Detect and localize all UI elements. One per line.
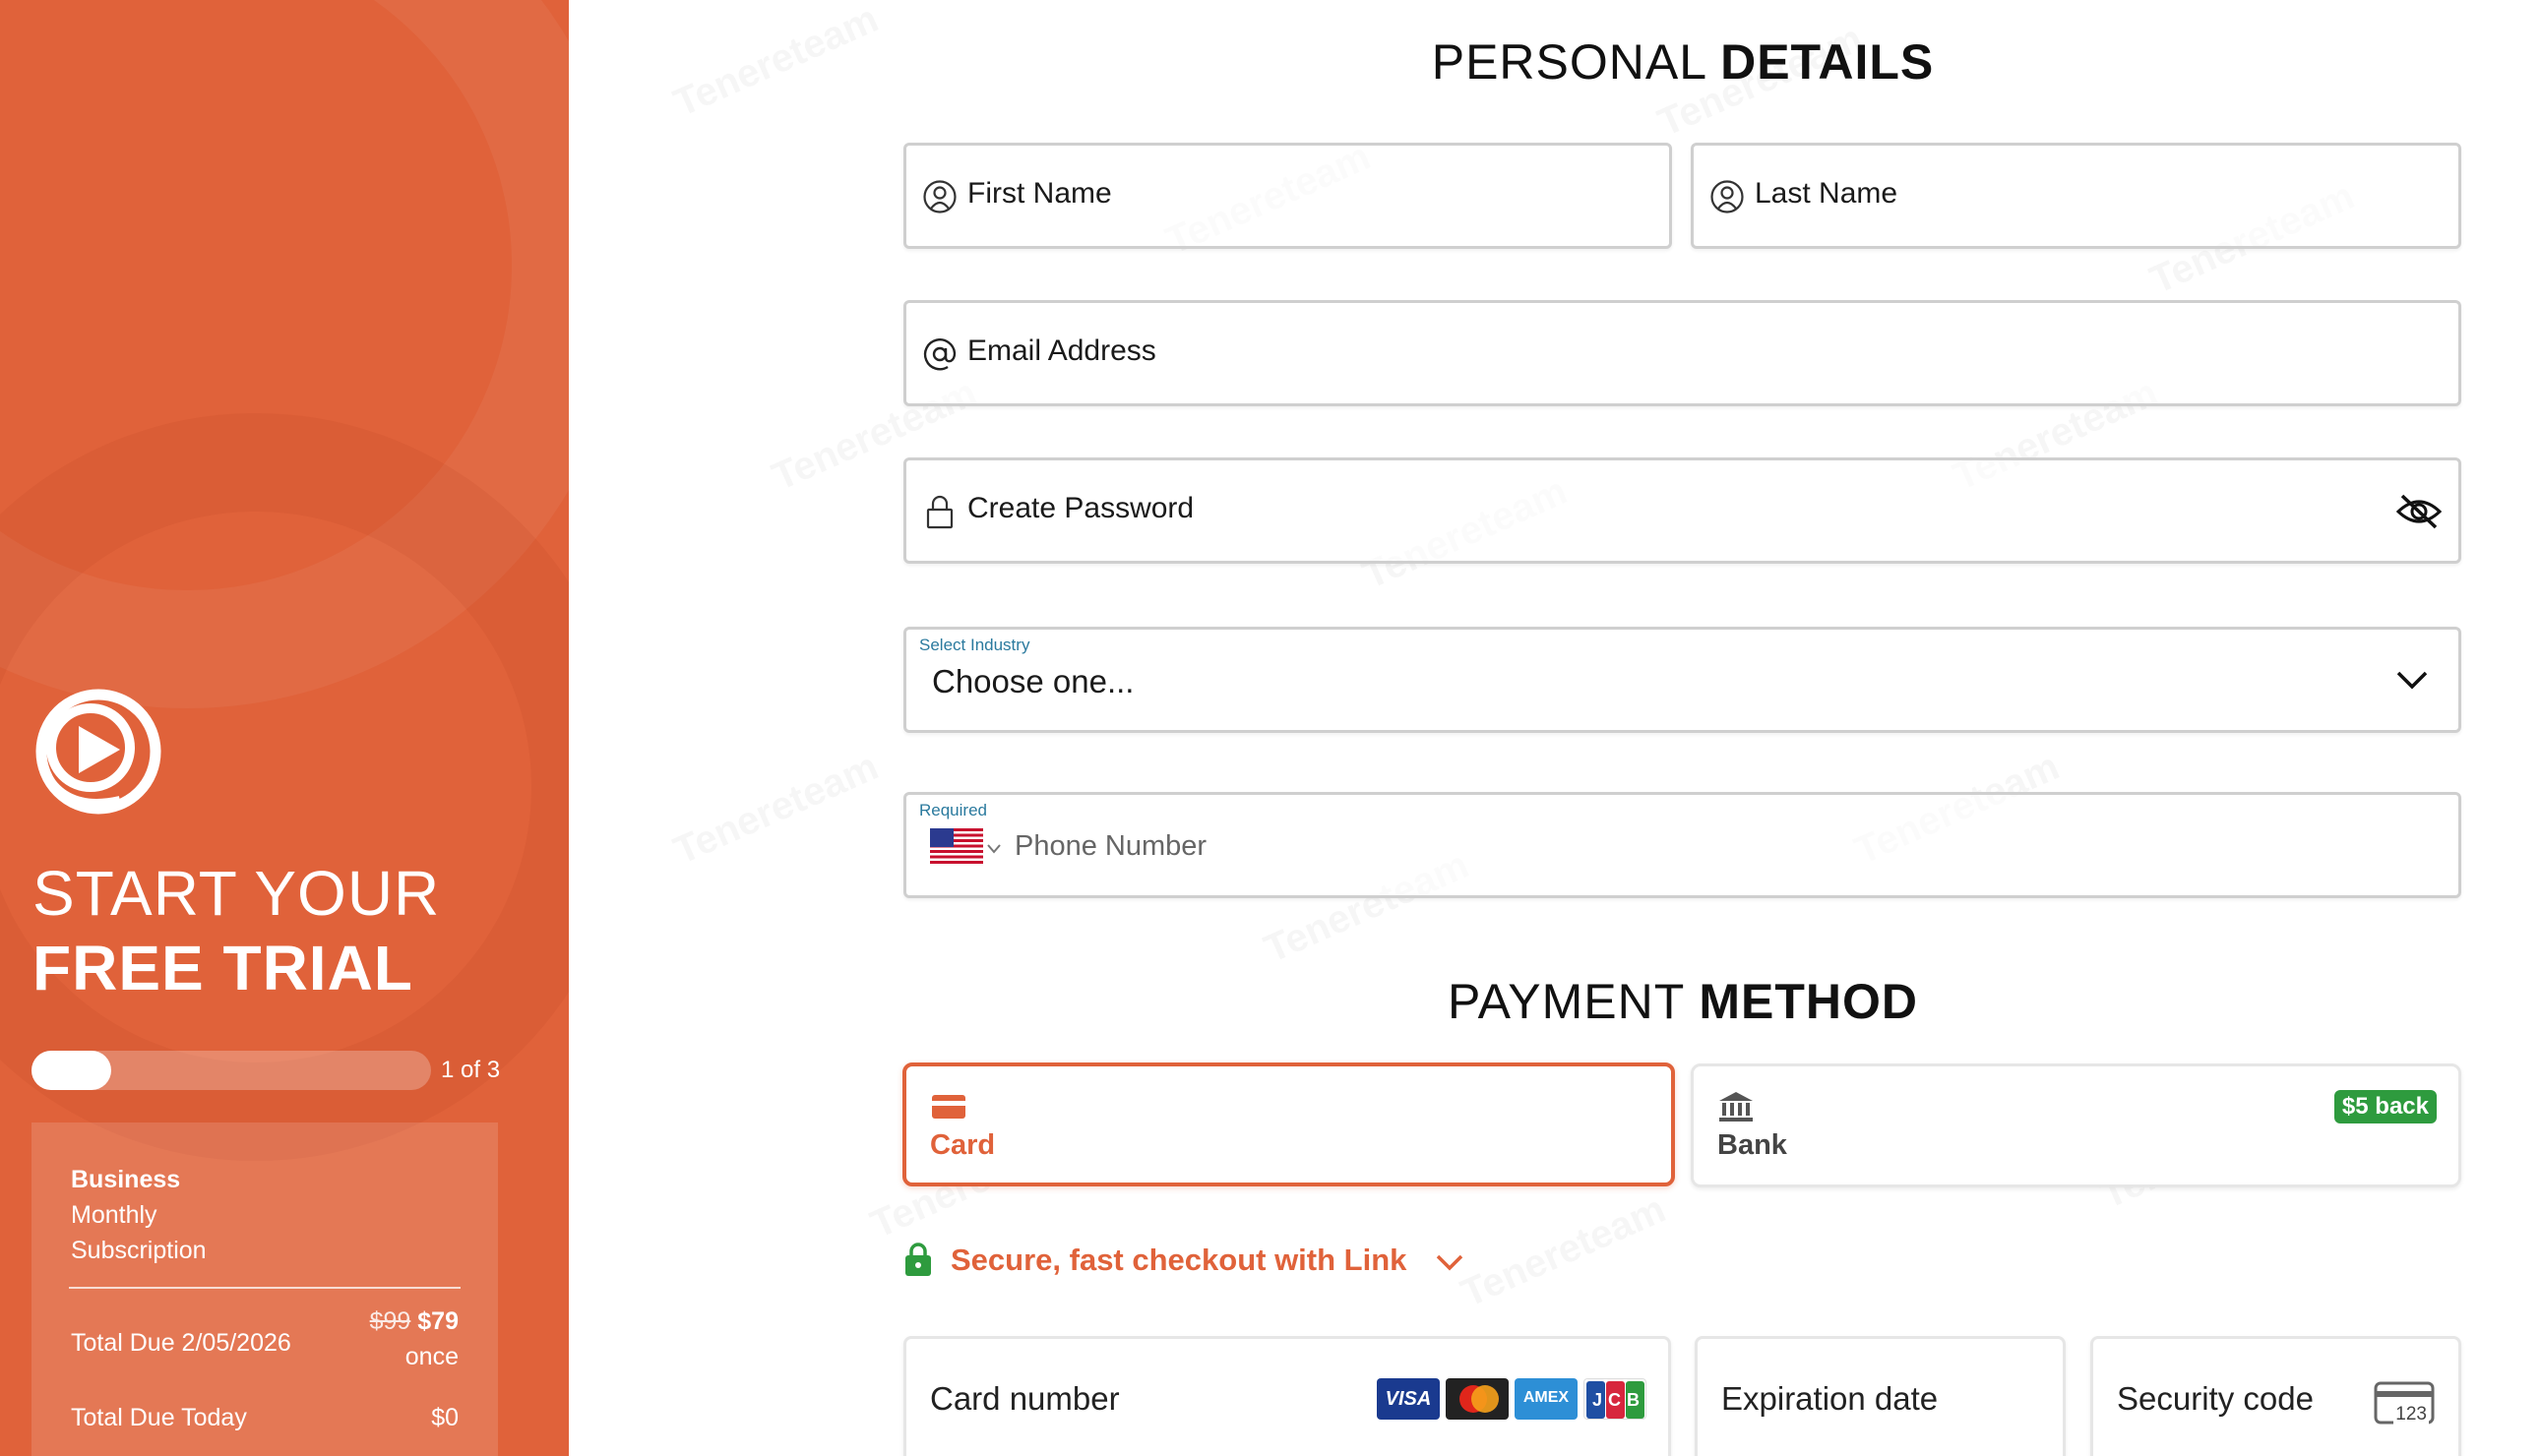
watermark: Tenereteam <box>667 745 885 874</box>
progress-fill <box>31 1051 112 1090</box>
expiration-date-field[interactable]: Expiration date <box>1695 1336 2066 1456</box>
heading-bold: DETAILS <box>1720 34 1935 90</box>
link-checkout-text: Secure, fast checkout with Link <box>951 1243 1407 1277</box>
security-code-field[interactable]: Security code 123 <box>2090 1336 2461 1456</box>
password-field[interactable]: Create Password <box>903 457 2461 564</box>
heading-light: PERSONAL <box>1431 34 1706 90</box>
chevron-down-icon[interactable] <box>987 844 1001 854</box>
last-name-placeholder: Last Name <box>1755 177 1898 210</box>
phone-field[interactable]: Required Phone Number <box>903 792 2461 898</box>
bank-cashback-badge: $5 back <box>2333 1090 2437 1123</box>
new-price: $79 <box>417 1307 459 1335</box>
trial-title: START YOUR FREE TRIAL <box>32 856 440 1005</box>
jcb-icon: JCB <box>1583 1378 1646 1420</box>
total-today-value: $0 <box>431 1404 459 1431</box>
order-summary: Business Monthly Subscription Total Due … <box>31 1122 498 1456</box>
chevron-down-icon <box>1436 1254 1463 1271</box>
card-payment-option[interactable]: Card <box>902 1062 1675 1186</box>
plan-description: Business Monthly Subscription <box>71 1162 207 1268</box>
card-option-label: Card <box>930 1129 996 1161</box>
plan-period: Monthly <box>71 1201 157 1229</box>
mastercard-icon <box>1446 1378 1509 1420</box>
chevron-down-icon <box>2396 671 2428 690</box>
first-name-field[interactable]: First Name <box>903 143 1672 249</box>
lock-icon <box>905 1243 931 1276</box>
trial-sidebar: START YOUR FREE TRIAL 1 of 3 Business Mo… <box>0 0 569 1456</box>
phone-required-label: Required <box>919 801 987 819</box>
lock-icon <box>926 495 954 529</box>
watermark: Tenereteam <box>1455 1187 1672 1316</box>
price-frequency: once <box>404 1343 459 1370</box>
watermark: Tenereteam <box>667 0 885 126</box>
personal-details-heading: PERSONAL DETAILS <box>903 33 2462 91</box>
bank-payment-option[interactable]: Bank $5 back <box>1691 1063 2461 1187</box>
visa-text: VISA <box>1385 1388 1432 1410</box>
last-name-field[interactable]: Last Name <box>1691 143 2461 249</box>
payment-method-heading: PAYMENT METHOD <box>903 973 2462 1030</box>
amex-icon: AMEX <box>1515 1378 1578 1420</box>
plan-type: Subscription <box>71 1237 207 1264</box>
credit-card-icon <box>932 1095 965 1119</box>
industry-select[interactable]: Select Industry Choose one... <box>903 627 2461 733</box>
industry-label: Select Industry <box>919 636 1030 654</box>
user-icon <box>1710 180 1744 213</box>
user-icon <box>923 180 957 213</box>
password-placeholder: Create Password <box>967 492 1195 524</box>
card-number-placeholder: Card number <box>930 1380 1120 1417</box>
expiration-placeholder: Expiration date <box>1721 1380 1939 1417</box>
total-due-amount: $99 $79 once <box>370 1304 459 1374</box>
old-price: $99 <box>369 1307 411 1335</box>
bank-option-label: Bank <box>1717 1129 1787 1161</box>
email-placeholder: Email Address <box>967 334 1156 367</box>
step-indicator: 1 of 3 <box>441 1057 501 1083</box>
security-code-placeholder: Security code <box>2117 1380 2314 1417</box>
at-sign-icon <box>923 338 957 371</box>
us-flag-icon[interactable] <box>930 828 983 864</box>
first-name-placeholder: First Name <box>967 177 1112 210</box>
total-due-label: Total Due 2/05/2026 <box>71 1329 291 1357</box>
brand-logo-icon <box>35 689 161 815</box>
summary-divider <box>69 1287 461 1289</box>
trial-title-line2: FREE TRIAL <box>32 933 413 1003</box>
hide-password-icon[interactable] <box>2395 490 2443 533</box>
plan-name: Business <box>71 1166 181 1193</box>
card-brand-list: VISA AMEX JCB <box>1377 1378 1646 1422</box>
amex-text: AMEX <box>1522 1389 1570 1406</box>
heading-light: PAYMENT <box>1448 974 1685 1029</box>
heading-bold: METHOD <box>1699 974 1918 1029</box>
phone-placeholder: Phone Number <box>1015 830 1208 862</box>
industry-value: Choose one... <box>932 663 1135 699</box>
email-field[interactable]: Email Address <box>903 300 2461 406</box>
visa-icon: VISA <box>1377 1378 1440 1420</box>
trial-title-line1: START YOUR <box>32 858 441 929</box>
signup-progress-bar <box>31 1051 431 1090</box>
card-number-field[interactable]: Card number VISA AMEX JCB <box>903 1336 1671 1456</box>
bank-icon <box>1719 1092 1753 1122</box>
cvc-hint-text: 123 <box>2393 1404 2429 1426</box>
jcb-text: JCB <box>1591 1390 1645 1410</box>
total-today-label: Total Due Today <box>71 1404 247 1431</box>
